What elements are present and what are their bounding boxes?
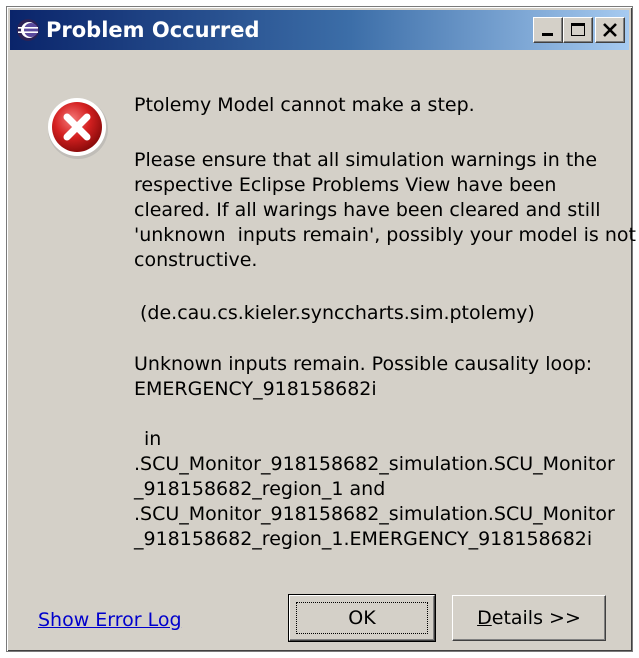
- model-path-line: _918158682_region_1.EMERGENCY_918158682i: [134, 528, 593, 550]
- window-title: Problem Occurred: [46, 18, 260, 42]
- error-detail-line: Unknown inputs remain. Possible causalit…: [134, 353, 593, 375]
- details-button[interactable]: Details >>: [452, 595, 606, 641]
- error-icon: [46, 96, 110, 160]
- maximize-button[interactable]: [563, 17, 593, 43]
- ok-button[interactable]: OK: [288, 594, 436, 642]
- title-bar[interactable]: Problem Occurred: [10, 10, 629, 50]
- plugin-id: (de.cau.cs.kieler.synccharts.sim.ptolemy…: [140, 302, 535, 324]
- model-path-line: .SCU_Monitor_918158682_simulation.SCU_Mo…: [134, 453, 615, 475]
- model-path-line: .SCU_Monitor_918158682_simulation.SCU_Mo…: [134, 503, 615, 525]
- problem-dialog: Problem Occurred Ptolemy Model cannot ma…: [6, 6, 636, 652]
- message-body: Please ensure that all simulation warnin…: [134, 148, 636, 273]
- message-title: Ptolemy Model cannot make a step.: [134, 94, 475, 116]
- in-label: in: [144, 428, 162, 450]
- message-body-line: cleared. If all warings have been cleare…: [134, 199, 601, 221]
- close-button[interactable]: [595, 17, 625, 43]
- model-path: .SCU_Monitor_918158682_simulation.SCU_Mo…: [134, 452, 634, 552]
- error-detail-line: EMERGENCY_918158682i: [134, 378, 377, 400]
- message-body-line: constructive.: [134, 249, 258, 271]
- focus-rectangle: [296, 602, 428, 634]
- message-body-line: respective Eclipse Problems View have be…: [134, 174, 557, 196]
- minimize-button[interactable]: [533, 17, 563, 43]
- show-error-log-link[interactable]: Show Error Log: [38, 608, 182, 633]
- details-mnemonic: D: [477, 607, 492, 629]
- message-body-line: 'unknown inputs remain', possibly your m…: [134, 224, 636, 246]
- details-button-label: etails >>: [491, 607, 581, 629]
- message-body-line: Please ensure that all simulation warnin…: [134, 149, 598, 171]
- error-detail: Unknown inputs remain. Possible causalit…: [134, 352, 629, 402]
- model-path-line: _918158682_region_1 and: [134, 478, 386, 500]
- eclipse-icon: [16, 18, 40, 42]
